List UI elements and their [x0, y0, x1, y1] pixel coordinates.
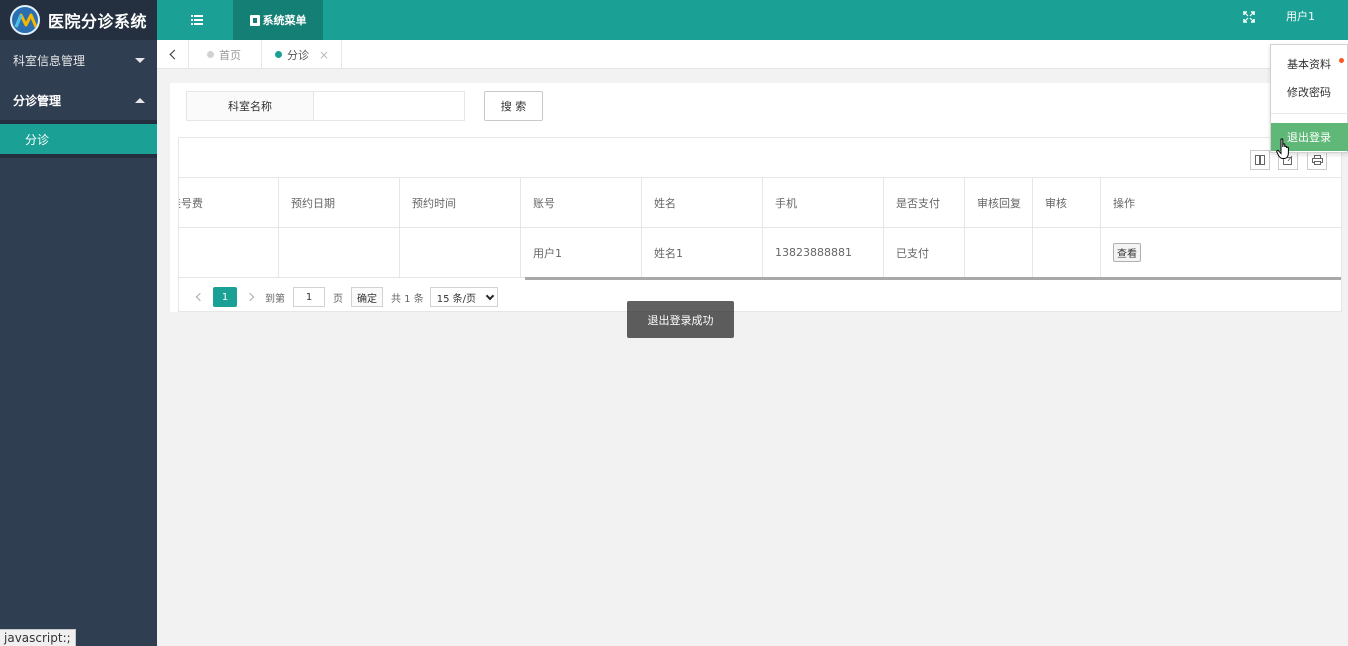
page-tabs-bar: 首页 分诊 × [157, 40, 1348, 69]
goto-page-input[interactable]: 1 [293, 287, 325, 307]
user-dropdown: 基本资料 修改密码 退出登录 [1270, 44, 1348, 153]
menu-item-label: 修改密码 [1287, 86, 1331, 99]
goto-confirm-button[interactable]: 确定 [351, 287, 383, 307]
tab-dot-icon [207, 51, 214, 58]
cell-time [400, 228, 521, 278]
logo-area[interactable]: 医院分诊系统 [0, 0, 157, 40]
table-row: 用户1 姓名1 13823888881 已支付 查看 [179, 228, 1341, 278]
cell-date [279, 228, 400, 278]
hand-cursor-icon [1276, 138, 1292, 163]
sidebar: 医院分诊系统 科室信息管理 分诊管理 分诊 [0, 0, 157, 646]
tab-home[interactable]: 首页 [189, 40, 262, 69]
data-table: 挂号费 预约日期 预约时间 账号 姓名 手机 是否支付 审核回复 审核 操作 用… [178, 137, 1342, 312]
page-size-select[interactable]: 15 条/页 [429, 287, 498, 307]
cell-name: 姓名1 [642, 228, 763, 278]
user-name: 用户1 [1286, 10, 1315, 23]
chevron-down-icon [485, 291, 494, 300]
menu-item-label: 退出登录 [1287, 131, 1331, 144]
column-header: 预约日期 [279, 178, 400, 228]
tab-dot-icon [275, 51, 282, 58]
content-card: 科室名称 搜 索 挂号费 预约日期 预约时间 账号 姓名 手机 是否支付 [170, 83, 1342, 312]
view-button[interactable]: 查看 [1113, 243, 1141, 262]
sidebar-subitem-label: 分诊 [25, 132, 50, 147]
fullscreen-icon[interactable] [1243, 11, 1257, 25]
cell-audit [1033, 228, 1101, 278]
columns-icon[interactable] [1250, 150, 1270, 170]
column-header: 预约时间 [400, 178, 521, 228]
search-label: 科室名称 [186, 91, 314, 121]
cell-reply [965, 228, 1033, 278]
top-bar: 系统菜单 用户1 [157, 0, 1348, 40]
column-header: 手机 [763, 178, 884, 228]
menu-item-label: 基本资料 [1287, 58, 1331, 71]
sidebar-item-label: 科室信息管理 [13, 53, 86, 68]
page-size-value: 15 条/页 [436, 293, 477, 305]
system-menu-label: 系统菜单 [262, 14, 307, 27]
close-icon[interactable]: × [319, 48, 329, 62]
print-icon[interactable] [1307, 150, 1327, 170]
app-title: 医院分诊系统 [48, 12, 148, 31]
menu-book-icon [249, 14, 260, 26]
tabs-scroll-left-button[interactable] [157, 40, 189, 69]
user-menu[interactable]: 用户1 [1286, 0, 1315, 32]
search-input[interactable] [313, 91, 465, 121]
table-header-row: 挂号费 预约日期 预约时间 账号 姓名 手机 是否支付 审核回复 审核 操作 [179, 178, 1341, 228]
next-page-icon[interactable] [245, 291, 257, 303]
menu-item-profile[interactable]: 基本资料 [1271, 50, 1348, 78]
column-header: 操作 [1101, 178, 1341, 228]
table-toolbar [179, 138, 1341, 178]
cell-account: 用户1 [521, 228, 642, 278]
menu-item-change-password[interactable]: 修改密码 [1271, 78, 1348, 106]
caret-down-icon [135, 57, 145, 63]
column-header: 账号 [521, 178, 642, 228]
sidebar-item-triage-manage[interactable]: 分诊管理 [0, 80, 157, 120]
cell-action: 查看 [1101, 228, 1341, 278]
search-button[interactable]: 搜 索 [484, 91, 543, 121]
column-header: 姓名 [642, 178, 763, 228]
browser-status-bar: javascript:; [0, 629, 76, 646]
list-icon[interactable] [187, 11, 207, 29]
prev-page-icon[interactable] [193, 291, 205, 303]
logo-icon [10, 5, 40, 35]
notification-dot [1339, 58, 1344, 63]
page-unit-label: 页 [333, 293, 343, 305]
cell-phone: 13823888881 [763, 228, 884, 278]
column-header: 审核回复 [965, 178, 1033, 228]
menu-divider [1271, 113, 1348, 114]
column-header: 是否支付 [884, 178, 965, 228]
goto-label: 到第 [265, 293, 285, 305]
tab-triage[interactable]: 分诊 × [262, 40, 342, 69]
cell-fee [179, 228, 279, 278]
column-header: 挂号费 [179, 178, 279, 228]
sidebar-subitem-triage[interactable]: 分诊 [0, 124, 157, 154]
page-number-current[interactable]: 1 [213, 287, 237, 307]
sidebar-item-dept-info[interactable]: 科室信息管理 [0, 40, 157, 80]
tab-label: 首页 [219, 48, 241, 62]
column-header: 审核 [1033, 178, 1101, 228]
cell-paid: 已支付 [884, 228, 965, 278]
pagination: 1 到第 1 页 确定 共 1 条 15 条/页 [179, 282, 1341, 311]
system-menu-tab[interactable]: 系统菜单 [233, 0, 323, 40]
sidebar-submenu: 分诊 [0, 120, 157, 158]
sidebar-item-label: 分诊管理 [13, 93, 62, 108]
tab-label: 分诊 [287, 48, 309, 62]
toast-message: 退出登录成功 [627, 301, 734, 338]
horizontal-scrollbar[interactable] [525, 277, 1341, 280]
total-count: 共 1 条 [391, 293, 424, 305]
caret-up-icon [135, 97, 145, 103]
